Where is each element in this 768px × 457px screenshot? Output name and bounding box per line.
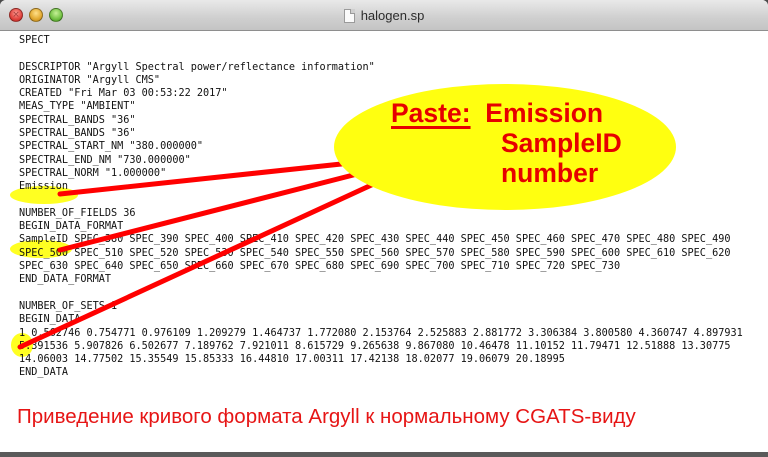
caption-text: Приведение кривого формата Argyll к норм…: [17, 405, 636, 428]
callout-sampleid: SampleID: [501, 128, 622, 158]
text-line: NUMBER_OF_FIELDS 36: [19, 207, 136, 219]
callout-paste-label: Paste:: [391, 98, 471, 128]
text-editor-window: × halogen.sp SPECT DESCRIPTOR "Argyll Sp…: [0, 0, 768, 457]
text-line: END_DATA_FORMAT: [19, 274, 112, 286]
text-line: SPECT: [19, 35, 50, 46]
text-line: [19, 47, 764, 60]
text-line: BEGIN_DATA_FORMAT: [19, 221, 124, 233]
text-line: END_DATA: [19, 367, 69, 379]
text-line-data: 5.391536 5.907826 6.502677 7.189762 7.92…: [19, 340, 731, 352]
window-bottom-edge: [0, 452, 768, 457]
text-line: SPEC_630 SPEC_640 SPEC_650 SPEC_660 SPEC…: [19, 261, 621, 273]
text-line-data: 14.06003 14.77502 15.35549 15.85333 16.4…: [19, 354, 565, 366]
text-line: DESCRIPTOR "Argyll Spectral power/reflec…: [19, 61, 375, 73]
text-line: SPEC_500 SPEC_510 SPEC_520 SPEC_530 SPEC…: [19, 247, 731, 259]
text-line: [19, 287, 764, 300]
file-text-area[interactable]: SPECT DESCRIPTOR "Argyll Spectral power/…: [19, 34, 764, 380]
title-bar[interactable]: × halogen.sp: [0, 0, 768, 31]
text-line: BEGIN_DATA: [19, 314, 81, 326]
window-title: halogen.sp: [0, 0, 768, 31]
text-line-data: 1 0.562746 0.754771 0.976109 1.209279 1.…: [19, 327, 743, 339]
document-icon: [343, 8, 355, 23]
text-line: ORIGINATOR "Argyll CMS": [19, 74, 161, 86]
callout-text: Paste: Emission SampleID number: [391, 98, 622, 188]
callout-number: number: [501, 158, 599, 188]
text-line: NUMBER_OF_SETS 1: [19, 300, 118, 312]
text-line: [19, 194, 764, 207]
text-line-sampleid: SampleID SPEC_380 SPEC_390 SPEC_400 SPEC…: [19, 234, 731, 246]
window-title-text: halogen.sp: [360, 8, 425, 23]
callout-emission: Emission: [485, 98, 604, 128]
